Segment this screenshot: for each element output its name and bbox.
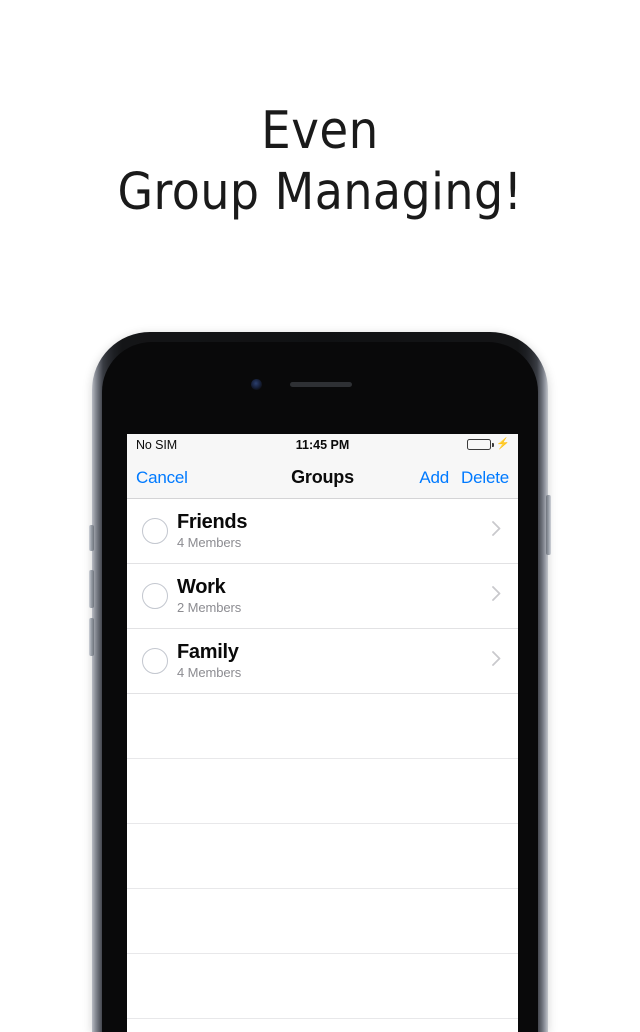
circle-unchecked-icon[interactable]: [142, 648, 168, 674]
chevron-right-icon[interactable]: [492, 651, 501, 666]
front-camera-icon: [251, 379, 262, 390]
list-item: [127, 694, 518, 759]
row-text-block: Work 2 Members: [177, 576, 241, 617]
page-title: Groups: [291, 467, 354, 487]
group-member-count-label: 2 Members: [177, 600, 242, 615]
volume-up-button[interactable]: [89, 570, 94, 608]
circle-unchecked-icon[interactable]: [142, 518, 168, 544]
table-row[interactable]: Friends 4 Members: [127, 499, 518, 564]
chevron-right-icon[interactable]: [492, 586, 501, 601]
list-item: [127, 954, 518, 1019]
row-text-block: Friends 4 Members: [177, 511, 247, 552]
phone-device-mockup: No SIM 11:45 PM ⚡ Cancel Groups Add Dele…: [89, 332, 551, 1032]
list-item: [127, 1019, 518, 1032]
group-name-label: Work: [177, 576, 226, 598]
promo-headline: Even Group Managing!: [0, 100, 640, 224]
table-row[interactable]: Work 2 Members: [127, 564, 518, 629]
list-item: [127, 889, 518, 954]
group-name-label: Friends: [177, 511, 248, 533]
group-member-count-label: 4 Members: [177, 535, 242, 550]
groups-list: Friends 4 Members Work 2 Members Family …: [127, 499, 518, 1032]
row-text-block: Family 4 Members: [177, 641, 241, 682]
circle-unchecked-icon[interactable]: [142, 583, 168, 609]
group-member-count-label: 4 Members: [177, 665, 242, 680]
volume-down-button[interactable]: [89, 618, 94, 656]
table-row[interactable]: Family 4 Members: [127, 629, 518, 694]
navigation-bar: Cancel Groups Add Delete: [127, 456, 518, 499]
list-item: [127, 759, 518, 824]
add-button[interactable]: Add: [419, 468, 449, 488]
battery-indicator: ⚡: [467, 439, 510, 450]
headline-line-1: Even: [261, 101, 379, 161]
battery-full-icon: [467, 439, 492, 450]
clock-label: 11:45 PM: [295, 438, 350, 452]
power-button[interactable]: [546, 495, 551, 555]
chevron-right-icon[interactable]: [492, 521, 501, 536]
delete-button[interactable]: Delete: [461, 468, 509, 488]
phone-screen: No SIM 11:45 PM ⚡ Cancel Groups Add Dele…: [127, 434, 518, 1032]
charging-bolt-icon: ⚡: [496, 438, 510, 450]
status-bar: No SIM 11:45 PM ⚡: [127, 434, 518, 456]
battery-cap: [492, 442, 495, 447]
earpiece-speaker-icon: [290, 382, 352, 387]
headline-line-2: Group Managing!: [117, 163, 523, 222]
group-name-label: Family: [177, 641, 239, 663]
list-item: [127, 824, 518, 889]
mute-switch-button[interactable]: [89, 525, 94, 551]
